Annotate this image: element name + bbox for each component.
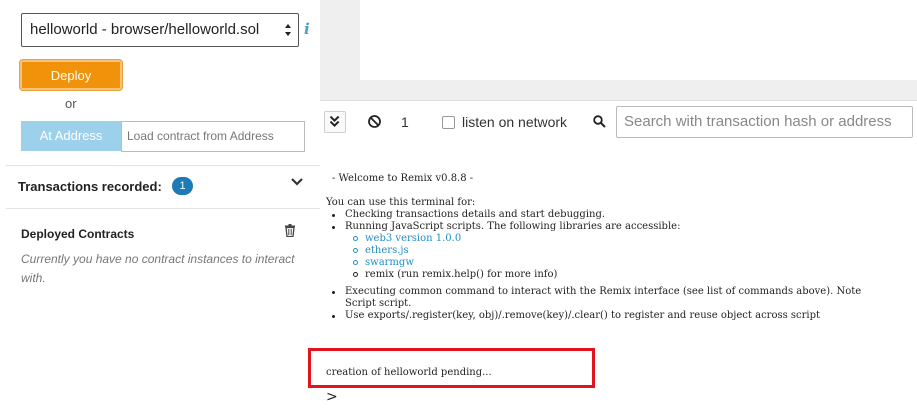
circle-bullet — [353, 236, 358, 241]
transactions-count-badge: 1 — [172, 177, 193, 195]
circle-bullet — [353, 272, 358, 277]
pending-transactions-count: 1 — [401, 114, 409, 130]
clear-terminal-icon[interactable] — [367, 114, 382, 129]
divider — [6, 208, 320, 209]
welcome-line: - Welcome to Remix v0.8.8 - — [332, 173, 474, 184]
double-chevron-down-icon — [329, 115, 340, 128]
library-link-ethers[interactable]: ethers.js — [365, 245, 409, 257]
bullet — [332, 214, 335, 217]
run-panel: helloworld - browser/helloworld.sol i De… — [0, 0, 320, 413]
search-icon — [593, 115, 606, 128]
highlight-annotation — [308, 348, 595, 388]
bullet-line: Use exports/.register(key, obj)/.remove(… — [345, 310, 821, 321]
terminal-toggle-button[interactable] — [324, 111, 346, 133]
listen-on-network-label[interactable]: listen on network — [462, 114, 567, 130]
bullet — [332, 291, 335, 294]
terminal-prompt[interactable]: > — [326, 389, 338, 405]
intro-line: You can use this terminal for: — [326, 197, 476, 208]
trash-icon[interactable] — [284, 224, 296, 237]
circle-bullet — [353, 260, 358, 265]
library-remix: remix (run remix.help() for more info) — [365, 269, 558, 280]
contract-select[interactable]: helloworld - browser/helloworld.sol — [21, 13, 299, 47]
bullet — [332, 315, 335, 318]
library-link-web3[interactable]: web3 version 1.0.0 — [365, 233, 461, 245]
bullet-line: Checking transactions details and start … — [345, 209, 606, 220]
listen-on-network-checkbox[interactable] — [442, 116, 455, 129]
contract-select-value: helloworld - browser/helloworld.sol — [30, 21, 260, 38]
deployed-contracts-title: Deployed Contracts — [21, 227, 135, 241]
at-address-input[interactable]: Load contract from Address — [121, 121, 305, 152]
deploy-button[interactable]: Deploy — [20, 60, 122, 90]
bullet-line: Executing common command to interact wit… — [345, 286, 862, 297]
no-instances-message: Currently you have no contract instances… — [21, 252, 295, 285]
info-icon[interactable]: i — [304, 20, 310, 38]
bullet-line: Running JavaScript scripts. The followin… — [345, 221, 681, 232]
at-address-button[interactable]: At Address — [21, 121, 121, 151]
bullet-line-continued: Script script. — [345, 298, 412, 309]
divider — [6, 165, 320, 166]
bullet — [332, 226, 335, 229]
transactions-recorded-label[interactable]: Transactions recorded: — [18, 179, 162, 194]
library-link-swarmgw[interactable]: swarmgw — [365, 257, 414, 269]
circle-bullet — [353, 248, 358, 253]
or-label: or — [65, 96, 77, 111]
terminal-search-input[interactable]: Search with transaction hash or address — [616, 106, 913, 138]
editor-scroll-area — [320, 80, 917, 100]
editor-pane[interactable] — [360, 0, 917, 80]
chevron-down-icon[interactable] — [291, 177, 303, 187]
select-arrows-icon — [285, 24, 291, 36]
